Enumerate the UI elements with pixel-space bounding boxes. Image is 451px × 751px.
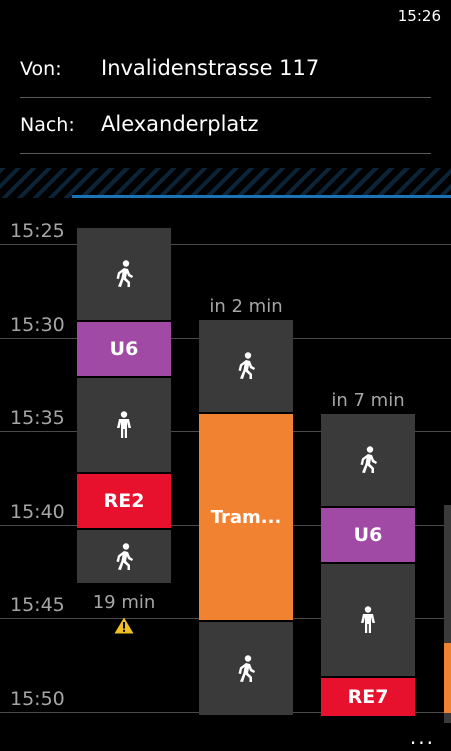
standing-person-icon: [117, 411, 131, 438]
to-field[interactable]: Nach: Alexanderplatz: [0, 98, 451, 154]
walking-person-icon: [360, 446, 377, 473]
transfer-segment: [321, 564, 415, 676]
status-clock: 15:26: [397, 7, 441, 25]
transfer-segment: [77, 378, 171, 472]
walking-person-icon: [116, 542, 133, 570]
line-label: Tram...: [210, 506, 282, 528]
timeline[interactable]: 15:25 15:30 15:35 15:40 15:45 15:50 U6 R…: [0, 198, 451, 751]
gridline: [0, 244, 451, 245]
departure-caption: in 2 min: [209, 296, 283, 317]
time-label: 15:25: [10, 220, 65, 242]
line-label: RE7: [347, 686, 389, 708]
from-field[interactable]: Von: Invalidenstrasse 117: [0, 42, 451, 98]
tram-segment: Tram...: [199, 414, 293, 620]
line-label: U6: [109, 338, 139, 360]
from-input[interactable]: Invalidenstrasse 117: [101, 56, 319, 80]
past-time-band: [0, 168, 451, 198]
walking-person-icon: [238, 352, 255, 379]
u6-segment: U6: [321, 508, 415, 562]
walk-segment: [77, 228, 171, 320]
route-card-2[interactable]: Tram...: [199, 320, 293, 715]
to-input[interactable]: Alexanderplatz: [101, 112, 259, 136]
re2-segment: RE2: [77, 474, 171, 528]
u6-segment: U6: [77, 322, 171, 376]
route-duration: 19 min: [92, 592, 156, 613]
app-bar: ...: [0, 723, 451, 751]
more-options-button[interactable]: ...: [410, 725, 435, 749]
time-label: 15:30: [10, 314, 65, 336]
walk-segment: [321, 414, 415, 506]
walking-person-icon: [116, 260, 133, 287]
re7-segment: RE7: [321, 678, 415, 716]
standing-person-icon: [361, 606, 375, 633]
time-label: 15:40: [10, 501, 65, 523]
time-label: 15:35: [10, 407, 65, 429]
tram-segment: [444, 643, 451, 713]
departure-caption: in 7 min: [331, 390, 405, 411]
route-card-1[interactable]: U6 RE2: [77, 228, 171, 583]
route-card-4-partial[interactable]: [444, 505, 451, 723]
time-label: 15:45: [10, 594, 65, 616]
time-label: 15:50: [10, 688, 65, 710]
to-underline: [20, 153, 431, 154]
route-card-3[interactable]: U6 RE7: [321, 414, 415, 716]
walk-segment: [77, 530, 171, 583]
walk-segment: [199, 622, 293, 715]
walking-person-icon: [238, 654, 255, 682]
line-label: U6: [353, 524, 383, 546]
from-label: Von:: [20, 58, 62, 80]
status-bar: 15:26: [0, 0, 451, 32]
to-label: Nach:: [20, 114, 75, 136]
walk-segment: [199, 320, 293, 412]
warning-icon[interactable]: [114, 617, 134, 634]
line-label: RE2: [103, 490, 145, 512]
